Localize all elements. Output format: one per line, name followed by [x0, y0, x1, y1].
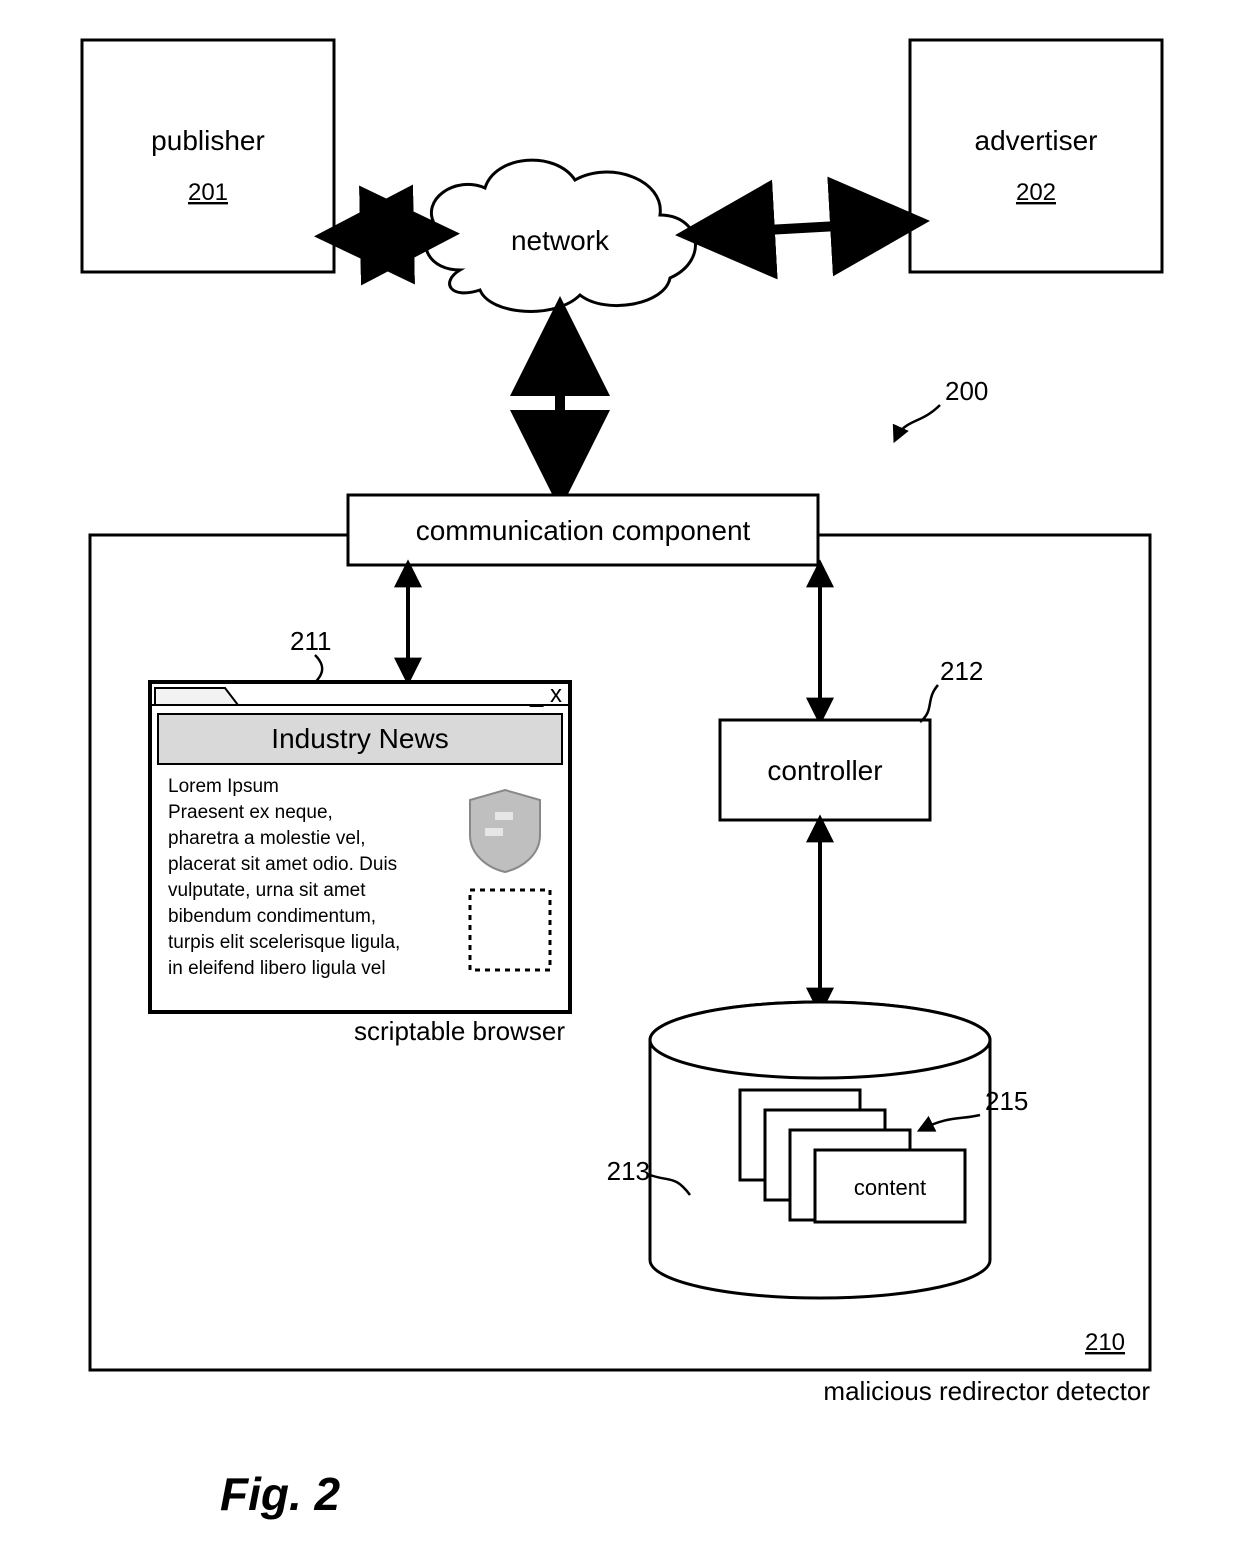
content-ref: 215 — [985, 1086, 1028, 1116]
publisher-label: publisher — [151, 125, 265, 156]
svg-text:turpis elit scelerisque ligula: turpis elit scelerisque ligula, — [168, 932, 400, 953]
network-label: network — [511, 225, 610, 256]
svg-text:Praesent ex neque,: Praesent ex neque, — [168, 802, 333, 823]
arrow-publisher-network — [334, 234, 440, 236]
svg-text:bibendum condimentum,: bibendum condimentum, — [168, 906, 376, 927]
detector-ref: 210 — [1085, 1329, 1125, 1356]
controller-ref: 212 — [940, 656, 983, 686]
svg-text:pharetra a molestie vel,: pharetra a molestie vel, — [168, 828, 366, 849]
svg-text:placerat sit amet odio. Duis: placerat sit amet odio. Duis — [168, 854, 397, 875]
browser-window-controls: _ x — [529, 681, 562, 708]
controller-box: controller 212 — [720, 656, 983, 820]
publisher-ref: 201 — [188, 179, 228, 206]
detector-caption: malicious redirector detector — [823, 1376, 1150, 1406]
comm-label: communication component — [416, 515, 751, 546]
comm-box: communication component — [348, 495, 818, 565]
figure-label: Fig. 2 — [220, 1468, 341, 1520]
svg-text:Lorem Ipsum: Lorem Ipsum — [168, 776, 279, 797]
browser-caption: scriptable browser — [354, 1016, 565, 1046]
svg-text:in eleifend libero ligula vel: in eleifend libero ligula vel — [168, 958, 386, 979]
svg-text:200: 200 — [945, 376, 988, 406]
content-label: content — [854, 1175, 926, 1200]
browser-title: Industry News — [271, 723, 448, 754]
shield-icon — [470, 790, 540, 872]
arrow-advertiser-network — [695, 222, 910, 234]
svg-text:vulputate, urna sit amet: vulputate, urna sit amet — [168, 880, 366, 901]
publisher-box: publisher 201 — [82, 40, 334, 272]
diagram-canvas: publisher 201 advertiser 202 network 200… — [0, 0, 1240, 1565]
network-cloud: network — [426, 160, 696, 311]
advertiser-label: advertiser — [975, 125, 1098, 156]
db-ref: 213 — [607, 1156, 650, 1186]
controller-label: controller — [767, 755, 882, 786]
advertiser-box: advertiser 202 — [910, 40, 1162, 272]
database: con content 213 215 — [607, 1002, 1029, 1298]
system-ref: 200 — [895, 376, 988, 440]
advertiser-ref: 202 — [1016, 179, 1056, 206]
browser-window: 211 _ x Industry News Lorem Ipsum Praese… — [150, 626, 570, 1012]
browser-ref: 211 — [290, 626, 331, 656]
